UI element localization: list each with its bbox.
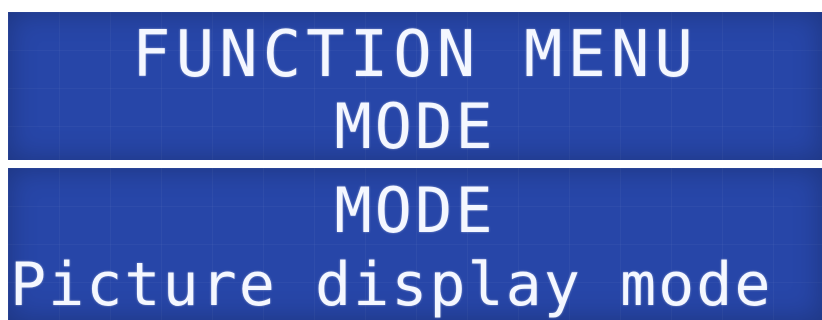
lcd-line-mode: MODE: [334, 90, 496, 160]
lcd-line-function-menu: FUNCTION MENU: [132, 18, 698, 92]
lcd-display-bottom: MODE Picture display mode: [8, 168, 822, 320]
lcd-line-mode-value: Picture display mode: [10, 250, 773, 320]
lcd-line-mode-title: MODE: [334, 174, 496, 247]
lcd-display-top: FUNCTION MENU MODE: [8, 12, 822, 160]
